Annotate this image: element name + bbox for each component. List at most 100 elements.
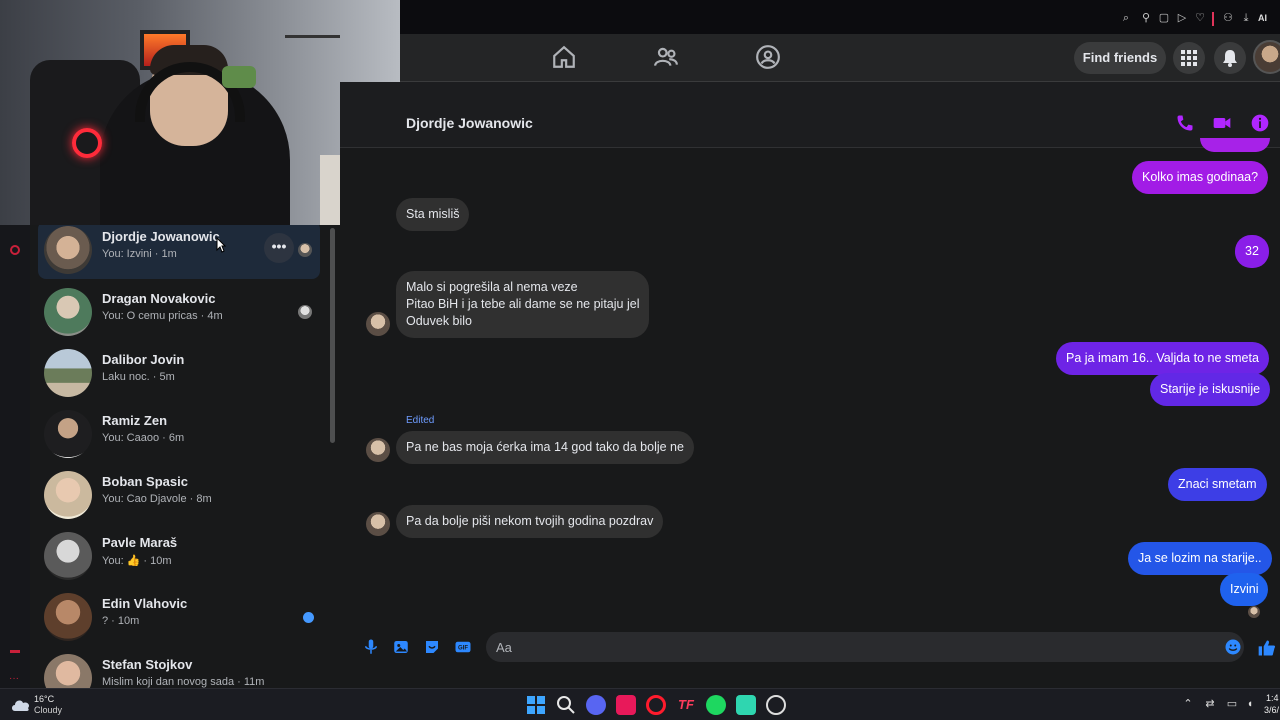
bell-icon <box>1223 50 1237 67</box>
clock-date[interactable]: 3/6/ <box>1264 705 1279 715</box>
app-icon[interactable] <box>736 695 756 715</box>
extension-label[interactable]: AI <box>1258 13 1267 23</box>
pin-icon[interactable]: ⚲ <box>1140 12 1152 24</box>
contact-name: Boban Spasic <box>102 474 188 489</box>
message-bubble-outgoing[interactable]: Starije je iskusnije <box>1150 373 1271 406</box>
taskbar: 16°C Cloudy TF ⌃ ⇄ ▭ ◖ 1:4 3/6/ <box>0 688 1280 720</box>
sender-avatar <box>366 312 390 336</box>
avatar <box>44 288 92 336</box>
sender-avatar <box>366 512 390 536</box>
message-composer: GIF <box>340 630 1280 666</box>
sender-avatar <box>366 438 390 462</box>
clock-time[interactable]: 1:4 <box>1266 693 1279 703</box>
conversation-item[interactable]: Dragan Novakovic You: O cemu pricas · 4m <box>38 283 320 341</box>
more-options-button[interactable]: ••• <box>264 233 294 263</box>
contact-name: Dragan Novakovic <box>102 291 216 306</box>
message-bubble-incoming[interactable]: Sta misliš <box>396 198 470 231</box>
heart-icon[interactable]: ♡ <box>1194 12 1206 24</box>
search-icon[interactable] <box>556 695 576 715</box>
phone-icon[interactable] <box>1175 113 1195 133</box>
contact-name: Edin Vlahovic <box>102 596 188 611</box>
cloud-icon[interactable] <box>10 696 32 712</box>
emoji-icon[interactable] <box>1224 638 1242 656</box>
sidebar-scrollbar[interactable] <box>330 228 335 443</box>
spotify-icon[interactable] <box>706 695 726 715</box>
message-bubble-outgoing[interactable]: Kolko imas godinaa? <box>1132 161 1269 194</box>
discord-icon[interactable] <box>586 695 606 715</box>
message-bubble-outgoing[interactable]: Znaci smetam <box>1168 468 1267 501</box>
unread-dot <box>303 612 314 623</box>
message-line: Malo si pogrešila al nema veze <box>406 280 578 294</box>
rail-settings-icon[interactable] <box>10 245 20 255</box>
message-preview: You: 👍 · 10m <box>102 555 172 567</box>
message-line: Pitao BiH i ja tebe ali dame se ne pitaj… <box>406 297 640 311</box>
display-icon[interactable]: ▭ <box>1226 698 1238 710</box>
tf-app-icon[interactable]: TF <box>676 695 696 715</box>
sticker-icon[interactable] <box>423 638 441 656</box>
conversation-item[interactable]: Stefan Stojkov Mislim koji dan novog sad… <box>38 649 320 688</box>
message-bubble-outgoing[interactable]: 32 <box>1235 235 1269 268</box>
message-bubble-incoming[interactable]: Pa da bolje piši nekom tvojih godina poz… <box>396 505 664 538</box>
message-bubble-outgoing[interactable]: Izvini <box>1220 573 1269 606</box>
conversation-item[interactable]: Dalibor Jovin Laku noc. · 5m <box>38 344 320 402</box>
tiktok-icon[interactable] <box>616 695 636 715</box>
conversation-list: Djordje Jowanowic You: Izvini · 1m ••• D… <box>30 225 340 688</box>
gif-icon[interactable]: GIF <box>454 638 472 656</box>
ring-light <box>72 128 102 158</box>
message-preview: You: O cemu pricas · 4m <box>102 310 223 322</box>
message-bubble-incoming[interactable]: Malo si pogrešila al nema veze Pitao BiH… <box>396 271 650 338</box>
avatar <box>44 593 92 641</box>
conversation-item[interactable]: Edin Vlahovic ? · 10m <box>38 588 320 646</box>
settings-gear-icon[interactable] <box>766 695 786 715</box>
menu-button[interactable] <box>1173 42 1205 74</box>
wall-shelf <box>285 35 340 38</box>
message-bubble-outgoing[interactable]: Ja se lozim na starije.. <box>1128 542 1272 575</box>
groups-icon[interactable] <box>755 44 781 70</box>
info-icon[interactable] <box>1250 113 1270 133</box>
rail-gif-icon[interactable] <box>10 650 20 653</box>
find-friends-button[interactable]: Find friends <box>1074 42 1166 74</box>
conversation-item[interactable]: Pavle Maraš You: 👍 · 10m <box>38 527 320 585</box>
home-icon[interactable] <box>551 44 577 70</box>
message-bubble-outgoing[interactable]: Pa ja imam 16.. Valjda to ne smeta <box>1056 342 1269 375</box>
mic-icon[interactable] <box>362 638 380 656</box>
message-preview: You: Izvini · 1m <box>102 248 177 260</box>
tab-icon[interactable]: ▢ <box>1158 12 1170 24</box>
seen-avatar <box>1248 606 1260 618</box>
volume-icon[interactable]: ◖ <box>1244 698 1256 710</box>
conversation-item[interactable]: Djordje Jowanowic You: Izvini · 1m ••• <box>38 225 320 279</box>
notifications-button[interactable] <box>1214 42 1246 74</box>
message-input[interactable] <box>486 632 1244 662</box>
chat-contact-name[interactable]: Djordje Jowanowic <box>406 115 533 131</box>
message-bubble-incoming[interactable]: Pa ne bas moja ćerka ima 14 god tako da … <box>396 431 694 464</box>
avatar <box>44 654 92 688</box>
avatar <box>44 410 92 458</box>
like-icon[interactable] <box>1257 638 1277 658</box>
account-avatar[interactable] <box>1253 40 1280 74</box>
network-app-icon[interactable]: ⇄ <box>1204 698 1216 710</box>
avatar <box>44 532 92 580</box>
weather-temperature[interactable]: 16°C <box>34 694 54 704</box>
windows-start-icon[interactable] <box>526 695 546 715</box>
friends-icon[interactable] <box>653 44 679 70</box>
conversation-item[interactable]: Boban Spasic You: Cao Djavole · 8m <box>38 466 320 524</box>
avatar <box>44 226 92 274</box>
weather-condition[interactable]: Cloudy <box>34 705 62 715</box>
chevron-up-icon[interactable]: ⌃ <box>1182 698 1194 710</box>
video-icon[interactable] <box>1212 113 1232 133</box>
facebook-header: Find friends <box>400 34 1280 82</box>
rail-more-icon[interactable]: ··· <box>9 673 19 684</box>
profile-icon[interactable]: ⚇ <box>1222 12 1234 24</box>
headset-cover <box>222 66 256 88</box>
download-icon[interactable]: ⤓ <box>1240 12 1252 24</box>
chat-header: Djordje Jowanowic <box>340 82 1280 148</box>
opera-icon[interactable] <box>646 695 666 715</box>
zoom-icon[interactable]: ⌕ <box>1120 12 1132 24</box>
message-preview: You: Cao Djavole · 8m <box>102 493 212 505</box>
seen-avatar <box>298 243 312 257</box>
play-icon[interactable]: ▷ <box>1176 12 1188 24</box>
message-preview: You: Caaoo · 6m <box>102 432 185 444</box>
image-icon[interactable] <box>392 638 410 656</box>
chat-panel: Djordje Jowanowic Kolko imas godinaa? St… <box>340 82 1280 688</box>
conversation-item[interactable]: Ramiz Zen You: Caaoo · 6m <box>38 405 320 463</box>
